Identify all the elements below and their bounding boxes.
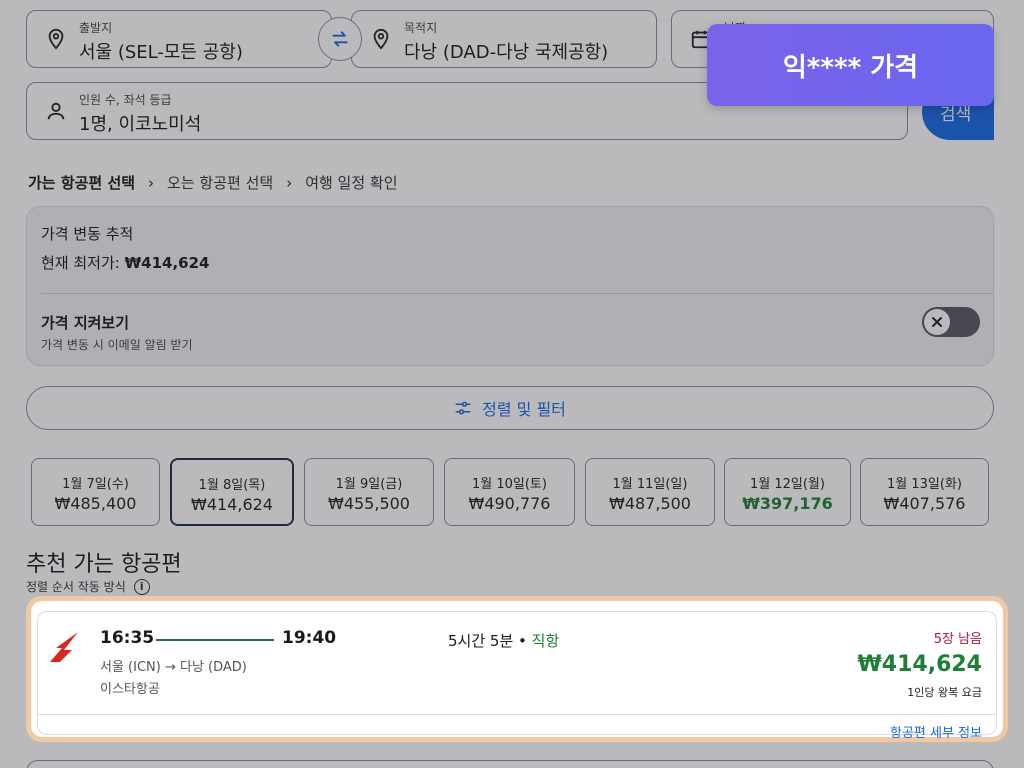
chevron-right-icon: › xyxy=(286,173,293,192)
price-watch-subtitle: 가격 변동 시 이메일 알림 받기 xyxy=(41,338,193,352)
arrival-time: 19:40 xyxy=(282,628,337,648)
price-watch-title: 가격 지켜보기 xyxy=(41,314,130,332)
flight-price: ₩414,624 xyxy=(857,652,982,677)
price-toast: 익**** 가격 xyxy=(707,24,994,106)
airline-name: 이스타항공 xyxy=(100,682,160,697)
location-pin-icon xyxy=(373,28,389,50)
breadcrumb: 가는 항공편 선택 › 오는 항공편 선택 › 여행 일정 확인 xyxy=(28,172,398,193)
lowest-price-label: 현재 최저가: xyxy=(41,254,125,272)
divider xyxy=(41,293,993,294)
destination-label: 목적지 xyxy=(404,21,438,35)
date-option[interactable]: 1월 13일(화) ₩407,576 xyxy=(860,458,989,526)
origin-value: 서울 (SEL-모든 공항) xyxy=(79,42,243,63)
flight-result-card[interactable]: 16:35 19:40 서울 (ICN) → 다낭 (DAD) 이스타항공 5시… xyxy=(37,611,997,741)
date-option-price: ₩487,500 xyxy=(609,494,691,513)
flight-duration: 5시간 5분 • 직항 xyxy=(448,630,559,651)
departure-time: 16:35 xyxy=(100,628,155,648)
airline-logo-icon xyxy=(50,632,78,662)
seats-left: 5장 남음 xyxy=(933,632,982,647)
travelers-label: 인원 수, 좌석 등급 xyxy=(79,93,172,107)
date-option-day: 1월 11일(일) xyxy=(612,477,688,492)
date-option-price: ₩397,176 xyxy=(742,494,833,513)
breadcrumb-step-review[interactable]: 여행 일정 확인 xyxy=(305,172,397,193)
sliders-icon xyxy=(455,401,471,415)
chevron-right-icon: › xyxy=(148,173,155,192)
recommended-title: 추천 가는 항공편 xyxy=(26,552,182,577)
date-option-price: ₩485,400 xyxy=(54,494,137,513)
date-option-price: ₩407,576 xyxy=(883,494,966,513)
swap-button[interactable] xyxy=(318,17,362,61)
price-note: 1인당 왕복 요금 xyxy=(907,686,982,699)
divider xyxy=(38,714,996,715)
route-text: 서울 (ICN) → 다낭 (DAD) xyxy=(100,660,247,675)
date-option-price: ₩455,500 xyxy=(328,494,410,513)
info-icon[interactable]: i xyxy=(133,578,150,595)
person-icon xyxy=(47,102,65,120)
sort-info-link[interactable]: 정렬 순서 작동 방식 i xyxy=(26,578,150,595)
date-option-day: 1월 8일(목) xyxy=(198,478,266,493)
lowest-price-text: 현재 최저가: ₩414,624 xyxy=(41,252,209,273)
date-option-day: 1월 13일(화) xyxy=(887,477,962,492)
price-tracker-title: 가격 변동 추적 xyxy=(41,225,134,243)
date-price-strip: 1월 7일(수) ₩485,400 1월 8일(목) ₩414,624 1월 9… xyxy=(0,458,1024,526)
date-option-day: 1월 9일(금) xyxy=(335,477,403,492)
duration-value: 5시간 5분 xyxy=(448,632,514,650)
sort-filter-button[interactable]: 정렬 및 필터 xyxy=(26,386,994,430)
separator-dot: • xyxy=(513,632,532,650)
swap-arrows-icon xyxy=(332,31,348,47)
date-option-day: 1월 7일(수) xyxy=(62,477,129,492)
lowest-price-value: ₩414,624 xyxy=(124,254,210,272)
flight-details-link[interactable]: 항공편 세부 정보 xyxy=(890,722,982,741)
next-flight-card[interactable] xyxy=(26,760,994,768)
date-option[interactable]: 1월 11일(일) ₩487,500 xyxy=(585,458,715,526)
sort-filter-label: 정렬 및 필터 xyxy=(482,400,566,419)
date-option-selected[interactable]: 1월 8일(목) ₩414,624 xyxy=(170,458,294,526)
destination-field[interactable]: 목적지 다낭 (DAD-다낭 국제공항) xyxy=(351,10,657,68)
highlighted-flight-frame: 16:35 19:40 서울 (ICN) → 다낭 (DAD) 이스타항공 5시… xyxy=(26,596,1008,742)
date-option-price: ₩414,624 xyxy=(191,495,273,514)
price-tracker-card: 가격 변동 추적 현재 최저가: ₩414,624 가격 지켜보기 가격 변동 … xyxy=(26,206,994,366)
location-pin-icon xyxy=(48,28,64,50)
sort-info-label: 정렬 순서 작동 방식 xyxy=(26,580,126,594)
toggle-knob xyxy=(924,309,950,335)
date-option-price: ₩490,776 xyxy=(468,494,551,513)
breadcrumb-step-return[interactable]: 오는 항공편 선택 xyxy=(167,172,273,193)
date-option-day: 1월 10일(토) xyxy=(472,477,547,492)
origin-field[interactable]: 출발지 서울 (SEL-모든 공항) xyxy=(26,10,332,68)
origin-label: 출발지 xyxy=(79,21,113,35)
close-icon xyxy=(932,317,942,327)
date-option[interactable]: 1월 7일(수) ₩485,400 xyxy=(31,458,160,526)
route-line xyxy=(156,639,274,641)
breadcrumb-step-outbound: 가는 항공편 선택 xyxy=(28,174,136,192)
price-watch-toggle[interactable] xyxy=(922,307,980,337)
travelers-value: 1명, 이코노미석 xyxy=(79,114,202,135)
date-option[interactable]: 1월 10일(토) ₩490,776 xyxy=(444,458,575,526)
stops-label: 직항 xyxy=(531,632,560,650)
date-option-day: 1월 12일(월) xyxy=(750,477,825,492)
date-option-lowest[interactable]: 1월 12일(월) ₩397,176 xyxy=(724,458,851,526)
destination-value: 다낭 (DAD-다낭 국제공항) xyxy=(404,42,609,63)
date-option[interactable]: 1월 9일(금) ₩455,500 xyxy=(304,458,434,526)
